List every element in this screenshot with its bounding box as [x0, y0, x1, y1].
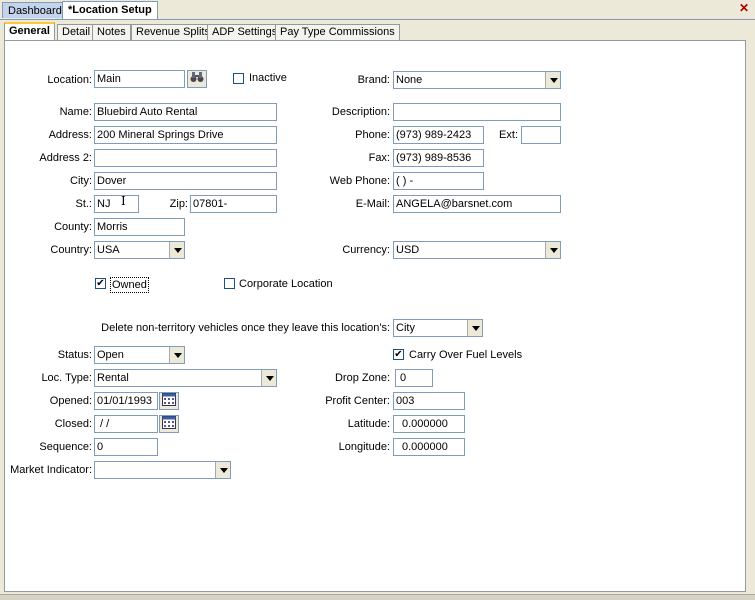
- country-select[interactable]: USA: [94, 241, 185, 259]
- address2-label: Address 2:: [39, 152, 92, 164]
- tab-detail[interactable]: Detail: [57, 24, 96, 40]
- chevron-down-icon[interactable]: [169, 347, 184, 363]
- delete-nonterritory-select[interactable]: City: [393, 319, 483, 337]
- chevron-down-icon[interactable]: [467, 320, 482, 336]
- sequence-field[interactable]: 0: [94, 438, 158, 456]
- tab-adp-settings[interactable]: ADP Settings: [207, 24, 283, 40]
- currency-value: USD: [396, 244, 420, 256]
- chevron-down-icon[interactable]: [261, 370, 276, 386]
- binoculars-icon[interactable]: [187, 70, 207, 88]
- country-label: Country:: [50, 244, 92, 256]
- opened-label: Opened:: [49, 395, 92, 407]
- brand-label: Brand:: [357, 74, 390, 86]
- address-field[interactable]: 200 Mineral Springs Drive: [94, 126, 277, 144]
- corporate-location-checkbox[interactable]: [224, 278, 235, 289]
- brand-value: None: [396, 74, 423, 86]
- address2-field[interactable]: [94, 149, 277, 167]
- market-indicator-select[interactable]: [94, 461, 231, 479]
- calendar-icon[interactable]: [159, 415, 179, 433]
- carry-over-fuel-label: Carry Over Fuel Levels: [409, 349, 523, 361]
- email-field[interactable]: ANGELA@barsnet.com: [393, 195, 561, 213]
- description-field[interactable]: [393, 103, 561, 121]
- brand-select[interactable]: None: [393, 71, 561, 89]
- ext-label: Ext:: [499, 129, 518, 141]
- currency-select[interactable]: USD: [393, 241, 561, 259]
- text-cursor-icon: I: [121, 194, 126, 208]
- inactive-label: Inactive: [249, 72, 287, 84]
- corporate-location-label: Corporate Location: [239, 278, 333, 290]
- currency-label: Currency:: [342, 244, 390, 256]
- opened-field[interactable]: 01/01/1993: [94, 392, 158, 410]
- calendar-icon[interactable]: [159, 392, 179, 410]
- chevron-down-icon[interactable]: [545, 242, 560, 258]
- fax-field[interactable]: (973) 989-8536: [393, 149, 484, 167]
- tab-general[interactable]: General: [4, 22, 55, 41]
- closed-field[interactable]: / /: [94, 415, 158, 433]
- longitude-field[interactable]: 0.000000: [393, 438, 465, 456]
- zip-label: Zip:: [169, 198, 188, 210]
- document-tab-bar: Dashboard *Location Setup ✕: [0, 0, 755, 20]
- loc-type-label: Loc. Type:: [41, 372, 92, 384]
- city-field[interactable]: Dover: [94, 172, 277, 190]
- status-bar: [0, 594, 755, 600]
- name-field[interactable]: Bluebird Auto Rental: [94, 103, 277, 121]
- loc-type-select[interactable]: Rental: [94, 369, 277, 387]
- drop-zone-label: Drop Zone:: [334, 372, 390, 384]
- loc-type-value: Rental: [97, 372, 129, 384]
- phone-label: Phone:: [355, 129, 390, 141]
- profit-center-field[interactable]: 003: [393, 392, 465, 410]
- county-label: County:: [54, 221, 92, 233]
- chevron-down-icon[interactable]: [545, 72, 560, 88]
- web-phone-field[interactable]: ( ) -: [393, 172, 484, 190]
- tab-dashboard[interactable]: Dashboard: [2, 2, 68, 18]
- market-indicator-label: Market Indicator:: [10, 464, 92, 476]
- tab-notes[interactable]: Notes: [92, 24, 131, 40]
- checkmark-icon: ✔: [394, 349, 403, 360]
- tab-revenue-splits[interactable]: Revenue Splits: [131, 24, 215, 40]
- city-label: City:: [70, 175, 92, 187]
- ext-field[interactable]: [521, 126, 561, 144]
- latitude-field[interactable]: 0.000000: [393, 415, 465, 433]
- location-label: Location:: [47, 74, 92, 86]
- name-label: Name:: [59, 106, 92, 118]
- sequence-label: Sequence:: [39, 441, 92, 453]
- tab-location-setup[interactable]: *Location Setup: [62, 1, 158, 19]
- carry-over-fuel-checkbox[interactable]: ✔: [393, 349, 404, 360]
- close-icon[interactable]: ✕: [737, 2, 751, 16]
- status-select[interactable]: Open: [94, 346, 185, 364]
- email-label: E-Mail:: [355, 198, 390, 210]
- description-label: Description:: [331, 106, 390, 118]
- closed-label: Closed:: [54, 418, 92, 430]
- status-value: Open: [97, 349, 124, 361]
- phone-field[interactable]: (973) 989-2423: [393, 126, 484, 144]
- general-panel: [4, 40, 746, 592]
- owned-label: Owned: [110, 277, 149, 293]
- profit-center-label: Profit Center:: [325, 395, 390, 407]
- web-phone-label: Web Phone:: [329, 175, 390, 187]
- chevron-down-icon[interactable]: [215, 462, 230, 478]
- state-label: St.:: [75, 198, 92, 210]
- delete-nonterritory-label: Delete non-territory vehicles once they …: [101, 322, 390, 334]
- county-field[interactable]: Morris: [94, 218, 185, 236]
- state-field[interactable]: NJ: [94, 195, 139, 213]
- longitude-label: Longitude:: [338, 441, 390, 453]
- owned-checkbox[interactable]: ✔: [95, 278, 106, 289]
- zip-field[interactable]: 07801-: [190, 195, 277, 213]
- latitude-label: Latitude:: [347, 418, 390, 430]
- country-value: USA: [97, 244, 120, 256]
- drop-zone-field[interactable]: 0: [395, 369, 433, 387]
- delete-nonterritory-value: City: [396, 322, 415, 334]
- inactive-checkbox[interactable]: [233, 73, 244, 84]
- address-label: Address:: [48, 129, 92, 141]
- checkmark-icon: ✔: [96, 278, 105, 289]
- location-field[interactable]: Main: [94, 70, 185, 88]
- tab-pay-type-commissions[interactable]: Pay Type Commissions: [275, 24, 400, 40]
- fax-label: Fax:: [368, 152, 390, 164]
- status-label: Status:: [57, 349, 92, 361]
- chevron-down-icon[interactable]: [169, 242, 184, 258]
